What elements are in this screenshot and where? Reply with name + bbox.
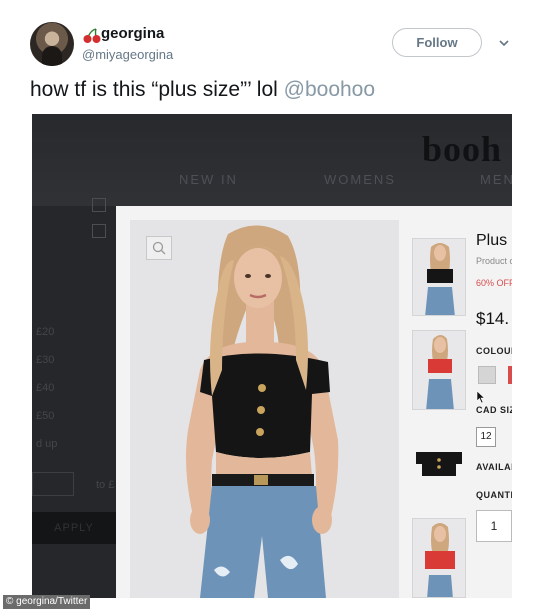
- main-product-image: [130, 220, 399, 598]
- model-illustration: [186, 225, 339, 598]
- apply-button: APPLY: [32, 512, 116, 544]
- size-option: 12: [476, 427, 496, 447]
- zoom-icon: [146, 236, 172, 260]
- price-min-input: [32, 472, 74, 496]
- nav-men: MEN: [480, 172, 512, 187]
- filter-price: £30: [36, 354, 55, 366]
- tweet-text: how tf is this “plus size”’ lol @boohoo: [30, 78, 375, 102]
- discount-badge: 60% OFF: [476, 278, 512, 288]
- product-title: Plus: [476, 232, 508, 249]
- colour-label: COLOUR: [476, 346, 512, 356]
- cherries-icon: [83, 28, 101, 43]
- thumbnail-front: [412, 238, 466, 316]
- user-handle[interactable]: @miyageorgina: [82, 47, 173, 62]
- photo-credit: © georgina/Twitter: [3, 595, 91, 609]
- chevron-down-icon[interactable]: [498, 37, 510, 49]
- filter-price: d up: [36, 438, 58, 450]
- thumbnail-flatlay: [412, 442, 466, 482]
- filter-checkbox: [92, 224, 106, 238]
- nav-new-in: NEW IN: [179, 172, 238, 187]
- colour-swatch-grey: [478, 366, 496, 384]
- quantity-label: QUANTI: [476, 490, 512, 500]
- quantity-input: 1: [476, 510, 512, 542]
- product-modal: Plus Product c 60% OFF $14. COLOUR CAD S…: [116, 206, 512, 598]
- filter-price: to £: [96, 479, 115, 491]
- tweet-body: how tf is this “plus size”’ lol: [30, 78, 284, 101]
- site-logo: booh: [422, 129, 503, 169]
- filter-checkbox: [92, 198, 106, 212]
- size-label: CAD SIZ: [476, 405, 512, 415]
- display-name[interactable]: georgina: [101, 25, 164, 42]
- colour-swatch-red: [508, 366, 512, 384]
- thumbnail-red-2: [412, 518, 466, 598]
- nav-womens: WOMENS: [324, 172, 396, 187]
- filter-price: £50: [36, 410, 55, 422]
- availability-label: AVAILAB: [476, 462, 512, 472]
- follow-button[interactable]: Follow: [392, 28, 482, 57]
- mention-link[interactable]: @boohoo: [284, 78, 375, 101]
- thumbnail-red: [412, 330, 466, 410]
- tweet-photo[interactable]: booh NEW IN WOMENS MEN £20 £30 £40 £50 d…: [32, 114, 512, 598]
- avatar[interactable]: [30, 22, 74, 66]
- cursor-icon: [476, 390, 486, 404]
- filter-price: £20: [36, 326, 55, 338]
- filter-price: £40: [36, 382, 55, 394]
- product-code: Product c: [476, 256, 512, 266]
- product-price: $14.: [476, 309, 510, 328]
